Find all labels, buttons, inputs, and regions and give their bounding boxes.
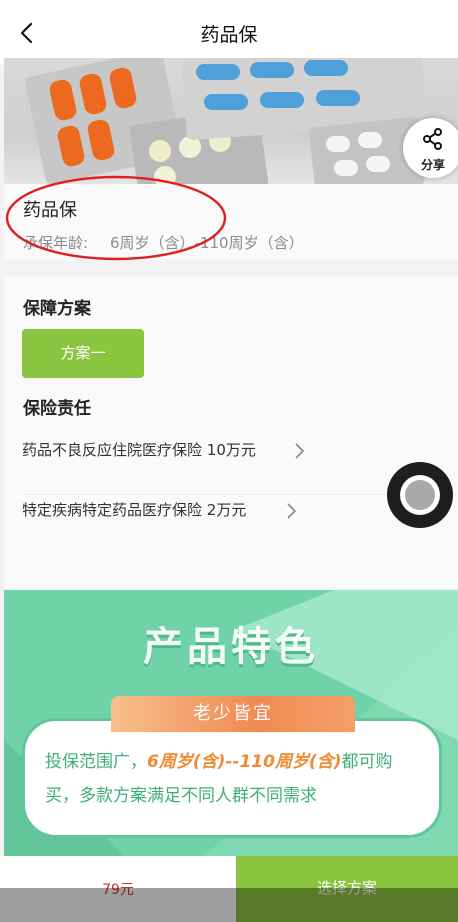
feature-text-line1: 投保范围广，6周岁(含)--110周岁(含)都可购 bbox=[45, 747, 393, 772]
pill bbox=[358, 132, 382, 148]
pill bbox=[149, 140, 171, 162]
feature-text-prefix: 投保范围广， bbox=[45, 752, 147, 772]
responsibility-label: 药品不良反应住院医疗保险 10万元 bbox=[22, 441, 256, 459]
responsibility-label: 特定疾病特定药品医疗保险 2万元 bbox=[22, 501, 247, 519]
feature-section: 产品特色 投保范围广，6周岁(含)--110周岁(含)都可购 买，多款方案满足不… bbox=[4, 590, 458, 856]
pill bbox=[366, 156, 390, 172]
pill bbox=[204, 94, 248, 110]
pill bbox=[260, 92, 304, 108]
share-label: 分享 bbox=[420, 158, 445, 172]
pill bbox=[334, 160, 358, 176]
section-title-plan: 保障方案 bbox=[23, 299, 91, 319]
pill bbox=[316, 90, 360, 106]
nav-bar: 药品保 bbox=[0, 0, 458, 64]
share-icon bbox=[423, 128, 442, 150]
section-title-responsibility: 保险责任 bbox=[23, 399, 91, 419]
plan-section: 保障方案 方案一 保险责任 药品不良反应住院医疗保险 10万元 特定疾病特定药品… bbox=[4, 276, 458, 588]
pill bbox=[326, 136, 350, 152]
pill bbox=[250, 62, 294, 78]
pill bbox=[196, 64, 240, 80]
feature-ribbon: 老少皆宜 bbox=[111, 696, 355, 732]
responsibility-item[interactable]: 药品不良反应住院医疗保险 10万元 bbox=[22, 430, 442, 470]
feature-age-highlight: 6周岁(含)--110周岁(含) bbox=[147, 752, 342, 772]
plan-option-button[interactable]: 方案一 bbox=[22, 329, 144, 378]
feature-card: 投保范围广，6周岁(含)--110周岁(含)都可购 买，多款方案满足不同人群不同… bbox=[22, 718, 442, 838]
chevron-right-icon bbox=[295, 443, 305, 459]
responsibility-item[interactable]: 特定疾病特定药品医疗保险 2万元 bbox=[22, 490, 442, 530]
feature-text-line2: 买，多款方案满足不同人群不同需求 bbox=[45, 786, 317, 806]
chevron-right-icon bbox=[287, 503, 297, 519]
floating-assist-core bbox=[405, 480, 435, 510]
page-title: 药品保 bbox=[200, 24, 258, 46]
feature-text-suffix: 都可购 bbox=[341, 752, 393, 772]
bottom-overlay bbox=[0, 888, 458, 922]
product-banner-image bbox=[4, 58, 458, 184]
pill bbox=[304, 60, 348, 76]
feature-title: 产品特色 bbox=[143, 624, 319, 670]
floating-assist-ring bbox=[400, 475, 440, 515]
floating-assist-icon[interactable] bbox=[387, 462, 453, 528]
annotation-ellipse bbox=[5, 175, 227, 261]
share-button[interactable]: 分享 bbox=[403, 118, 458, 178]
